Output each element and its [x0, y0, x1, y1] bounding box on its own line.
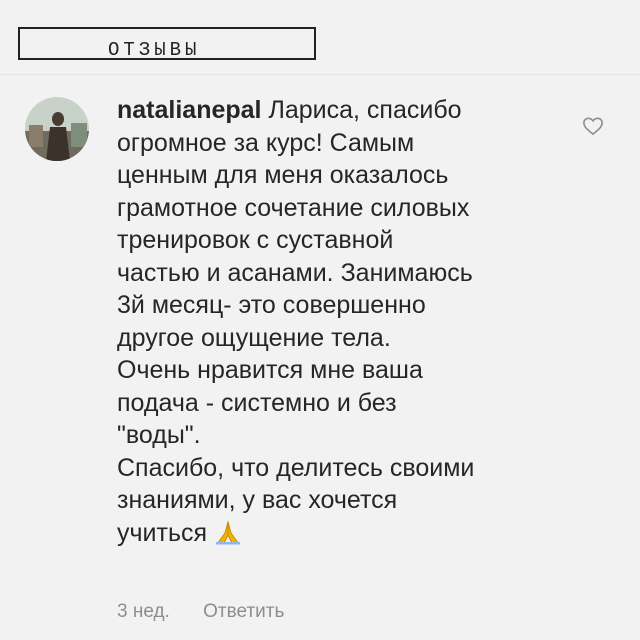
comment-line: грамотное сочетание силовых — [117, 193, 470, 222]
like-button[interactable] — [582, 116, 604, 136]
reply-button[interactable]: Ответить — [203, 601, 284, 622]
comment-line: "воды". — [117, 421, 201, 449]
comment-line: ценным для меня оказалось — [117, 161, 449, 189]
comment-line: подача - системно и без — [117, 388, 397, 417]
comment-line: огромное за курс! Самым — [117, 128, 415, 157]
comment-line: учиться — [117, 517, 537, 554]
comment-line: 3й месяц- это совершенно — [117, 291, 426, 319]
comment-line: natalianepal Лариса, спасибо — [117, 94, 537, 127]
comment-line: частью и асанами. Занимаюсь — [117, 258, 473, 287]
section-label-frame: ОТЗЫВЫ — [18, 27, 316, 61]
comment-line: Спасибо, что делитесь своими — [117, 453, 475, 482]
comment-text: natalianepal Лариса, спасибо огромное за… — [117, 94, 537, 553]
comment-line: другое ощущение тела. — [117, 323, 391, 352]
avatar-photo-icon — [25, 97, 89, 161]
comment-line-text: учиться — [117, 518, 208, 547]
comment-line-text: Лариса, спасибо — [268, 96, 462, 124]
comment-meta: 3 нед. Ответить — [117, 601, 284, 623]
folded-hands-icon — [213, 519, 243, 554]
comment-line: Очень нравится мне ваша — [117, 356, 423, 384]
timestamp: 3 нед. — [117, 601, 170, 622]
divider — [0, 74, 640, 75]
avatar[interactable] — [25, 97, 89, 161]
section-label: ОТЗЫВЫ — [108, 39, 201, 61]
comment-line: тренировок с суставной — [117, 226, 394, 254]
heart-outline-icon — [583, 117, 603, 136]
username-link[interactable]: natalianepal — [117, 96, 262, 124]
comment-line: знаниями, у вас хочется — [117, 486, 398, 514]
